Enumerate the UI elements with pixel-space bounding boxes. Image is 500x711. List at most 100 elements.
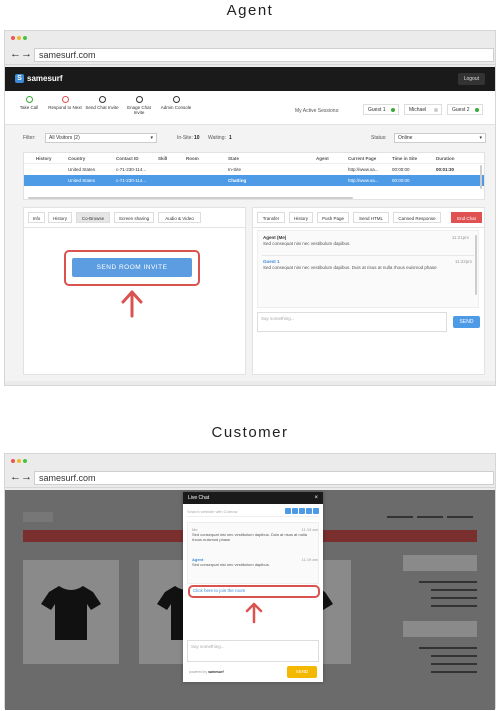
chat-message: Guest 1 Sed consequat nisi nec vestibulu… <box>263 259 472 270</box>
session-tab-michael[interactable]: Michael <box>404 104 442 115</box>
gear-icon <box>172 96 180 103</box>
sidebar-line <box>431 655 477 657</box>
vertical-scrollbar[interactable] <box>480 165 482 189</box>
up-arrow-icon <box>245 602 263 624</box>
tab-divider <box>24 227 245 228</box>
respond-to-next-button[interactable]: Respond to Next <box>48 96 82 110</box>
tab-push-page[interactable]: Push Page <box>317 212 349 223</box>
visitors-table: History Country Contact ID Skill Room St… <box>23 152 485 200</box>
tab-canned-response[interactable]: Canned Response <box>393 212 441 223</box>
back-arrow-icon[interactable]: ← <box>10 48 21 60</box>
maximize-dot-icon[interactable] <box>23 459 27 463</box>
check-circle-icon <box>25 96 33 103</box>
sidebar-line <box>431 597 477 599</box>
forward-arrow-icon[interactable]: → <box>21 48 32 60</box>
widget-message-input[interactable]: Say something... <box>187 640 319 662</box>
window-controls <box>5 31 495 45</box>
right-panel-tabs: Transfer History Push Page Send HTML Can… <box>257 212 482 223</box>
agent-browser-window: ← → samesurf.com S samesurf Logout Take … <box>4 30 496 386</box>
cobrowse-search[interactable]: Search website with Cobrow <box>187 507 319 517</box>
session-tab-guest-2[interactable]: Guest 2 <box>447 104 483 115</box>
forward-arrow-icon[interactable]: → <box>21 471 32 483</box>
status-label: Status: <box>371 135 387 141</box>
join-room-link[interactable]: Click here to join the room <box>193 588 245 593</box>
tab-co-browse[interactable]: Co-Browse <box>76 212 110 223</box>
brand-name: samesurf <box>27 74 63 83</box>
chat-message: Agent (Me) Sed consequat nisi nec vestib… <box>263 235 469 246</box>
up-arrow-icon <box>121 290 143 318</box>
insite-count: 10 <box>194 135 200 141</box>
customer-browser-window: ← → samesurf.com Live Chat × Search webs… <box>4 453 496 710</box>
engage-chat-invite-button[interactable]: Enage Chat Invite <box>122 96 156 115</box>
sidebar-line <box>431 605 477 607</box>
waiting-label: Waiting: <box>208 135 226 141</box>
chat-scrollbar[interactable] <box>475 235 477 295</box>
offline-status-icon <box>434 108 438 112</box>
widget-send-button[interactable]: SEND <box>287 666 317 678</box>
filter-label: Filter: <box>23 135 36 141</box>
document-icon[interactable] <box>313 508 319 514</box>
back-arrow-icon[interactable]: ← <box>10 471 21 483</box>
customer-website: Live Chat × Search website with Cobrow M… <box>5 490 495 710</box>
widget-header: Live Chat × <box>183 492 323 504</box>
agent-toolbar: Take Call Respond to Next Send Chat Invi… <box>5 91 495 125</box>
chat-panel: Transfer History Push Page Send HTML Can… <box>252 207 485 375</box>
horizontal-scrollbar[interactable] <box>28 197 353 199</box>
table-row-selected[interactable]: United States c-71-230-114... Chatting h… <box>24 175 484 186</box>
sidebar-line <box>431 671 477 673</box>
site-nav-line <box>447 516 473 518</box>
visitor-filter-select[interactable]: All Visitors (2) ▾ <box>45 133 157 143</box>
table-header-row: History Country Contact ID Skill Room St… <box>24 153 484 164</box>
customer-section-title: Customer <box>211 424 289 441</box>
address-bar-row: ← → samesurf.com <box>5 45 495 65</box>
tab-send-html[interactable]: Send HTML <box>353 212 389 223</box>
url-input[interactable]: samesurf.com <box>34 48 494 62</box>
tshirt-icon <box>41 586 101 640</box>
dropdown-caret-icon: ▾ <box>150 135 153 141</box>
window-controls <box>5 454 495 468</box>
insite-label: In-Site: <box>177 135 193 141</box>
maximize-dot-icon[interactable] <box>23 36 27 40</box>
chat-message: Agent Sed consequat nisi nec vestibulum … <box>192 557 318 567</box>
url-input[interactable]: samesurf.com <box>34 471 494 485</box>
send-room-invite-button[interactable]: SEND ROOM INVITE <box>72 258 192 277</box>
end-chat-button[interactable]: End Chat <box>451 212 482 223</box>
send-chat-invite-button[interactable]: Send Chat Invite <box>85 96 119 110</box>
close-dot-icon[interactable] <box>11 36 15 40</box>
video-icon[interactable] <box>306 508 312 514</box>
screen-icon[interactable] <box>292 508 298 514</box>
logout-button[interactable]: Logout <box>457 73 485 85</box>
cobrowse-icon[interactable] <box>285 508 291 514</box>
tab-info[interactable]: Info <box>28 212 45 223</box>
tab-screen-sharing[interactable]: Screen sharing <box>114 212 154 223</box>
product-card[interactable] <box>23 560 119 664</box>
site-sidebar <box>403 555 477 705</box>
powered-by-text: powered by samesurf <box>189 670 224 674</box>
site-nav-line <box>387 516 413 518</box>
tab-transfer[interactable]: Transfer <box>257 212 285 223</box>
sidebar-line <box>419 581 477 583</box>
tab-chat-history[interactable]: History <box>289 212 313 223</box>
cobrowse-panel: Info History Co-Browse Screen sharing Au… <box>23 207 246 375</box>
take-call-button[interactable]: Take Call <box>12 96 46 110</box>
admin-console-button[interactable]: Admin Console <box>159 96 193 110</box>
close-dot-icon[interactable] <box>11 459 15 463</box>
status-select[interactable]: Online ▾ <box>394 133 486 143</box>
table-row[interactable]: United States c-71-230-114... In-Site ht… <box>24 164 484 175</box>
agent-section-title: Agent <box>226 2 274 19</box>
session-tab-guest-1[interactable]: Guest 1 <box>363 104 399 115</box>
site-nav-line <box>417 516 443 518</box>
chat-transcript: Agent (Me) Sed consequat nisi nec vestib… <box>257 230 479 308</box>
link-icon[interactable] <box>299 508 305 514</box>
minimize-dot-icon[interactable] <box>17 36 21 40</box>
tab-history[interactable]: History <box>48 212 72 223</box>
close-icon[interactable]: × <box>314 492 318 504</box>
minimize-dot-icon[interactable] <box>17 459 21 463</box>
chat-message-input[interactable]: Say something... <box>257 312 447 332</box>
chat-send-button[interactable]: SEND <box>453 316 480 328</box>
active-sessions-label: My Active Sessions: <box>295 108 340 114</box>
tab-audio-video[interactable]: Audio & Video <box>158 212 201 223</box>
tab-divider <box>253 227 484 228</box>
sidebar-line <box>431 589 477 591</box>
samesurf-logo-icon: S <box>15 74 24 83</box>
